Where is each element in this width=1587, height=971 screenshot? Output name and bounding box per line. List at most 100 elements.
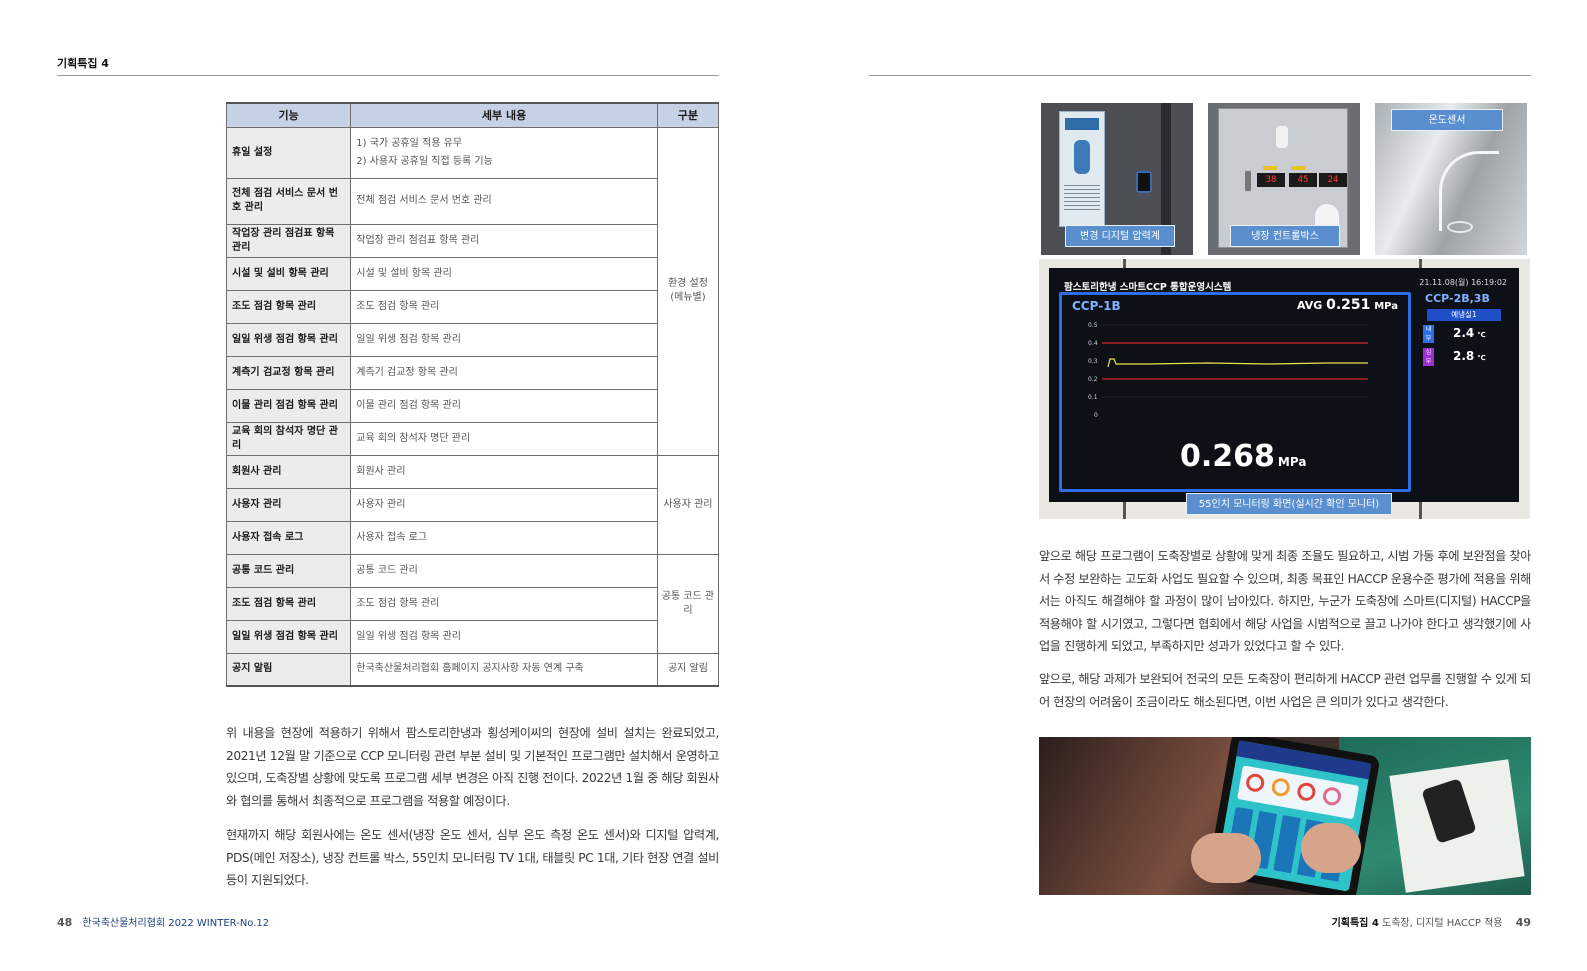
- temperature-display: 45: [1289, 173, 1317, 187]
- feature-detail-cell: 공통 코드 관리: [350, 553, 658, 588]
- feature-detail-cell: 조도 점검 항목 관리: [350, 586, 658, 621]
- gauge-icon: [1295, 781, 1317, 803]
- photo-temperature-sensor: 온도센서: [1375, 103, 1527, 255]
- footer-left: 48 한국축산물처리협회 2022 WINTER-No.12: [57, 914, 269, 929]
- feature-name-cell: 작업장 관리 점검표 항목 관리: [225, 223, 352, 258]
- detail-line: 시설 및 설비 항목 관리: [356, 267, 452, 279]
- feature-detail-cell: 한국축산물처리협회 홈페이지 공지사항 자동 연계 구축: [350, 652, 658, 687]
- feature-name-cell: 일일 위생 점검 항목 관리: [225, 322, 352, 357]
- publication-name: 한국축산물처리협회 2022 WINTER-No.12: [82, 918, 270, 929]
- detail-line: 계측기 검교정 항목 관리: [356, 366, 458, 378]
- table-header-func: 기능: [225, 102, 352, 128]
- photo-tablet: [1039, 737, 1531, 895]
- feature-name-cell: 조도 점검 항목 관리: [225, 289, 352, 324]
- ccp-right-panel: CCP-2B,3B 예냉실1 내부 2.4 ℃ 심부 2.8 ℃: [1419, 292, 1515, 367]
- page-number: 49: [1515, 916, 1531, 929]
- table-header-category: 구분: [656, 102, 720, 128]
- feature-name-cell: 계측기 검교정 항목 관리: [225, 355, 352, 390]
- photo-caption: 55인치 모니터링 화면(실시간 확인 모니터): [1186, 493, 1392, 515]
- sensor-probe-icon: [1447, 221, 1473, 233]
- detail-line: 교육 회의 참석자 명단 관리: [356, 432, 471, 444]
- gauge-icon: [1270, 776, 1292, 798]
- gauge-icon: [1321, 785, 1343, 807]
- detail-line: 일일 위생 점검 항목 관리: [356, 333, 461, 345]
- table-row: 사용자 접속 로그 사용자 접속 로그: [225, 520, 719, 555]
- footer-section: 기획특집 4: [1331, 918, 1379, 929]
- table-row: 회원사 관리 회원사 관리 사용자 관리: [225, 454, 720, 555]
- body-paragraph: 현재까지 해당 회원사에는 온도 센서(냉장 온도 센서, 심부 온도 측정 온…: [226, 828, 719, 887]
- photo-caption: 변경 디지털 압력계: [1065, 225, 1175, 247]
- feature-table: 기능 세부 내용 구분 휴일 설정 1) 국가 공휴일 적용 유무 2) 사용자 공…: [225, 102, 720, 687]
- detail-line: 한국축산물처리협회 홈페이지 공지사항 자동 연계 구축: [356, 663, 584, 675]
- haccp-poster: [1059, 111, 1105, 227]
- table-row: 시설 및 설비 항목 관리 시설 및 설비 항목 관리: [225, 256, 719, 291]
- table-row: 이물 관리 점검 항목 관리 이물 관리 점검 항목 관리: [225, 388, 719, 423]
- photo-control-box: 38 45 24 냉장 컨트롤박스: [1208, 103, 1360, 255]
- table-row: 교육 회의 참석자 명단 관리 교육 회의 참석자 명단 관리: [225, 421, 719, 456]
- category-cell: 사용자 관리: [656, 454, 720, 555]
- y-tick: 0.5: [1088, 322, 1098, 329]
- detail-line: 1) 국가 공휴일 적용 유무: [356, 137, 463, 149]
- feature-name-cell: 교육 회의 참석자 명단 관리: [225, 421, 352, 456]
- footer-right: 기획특집 4 도축장, 디지털 HACCP 적용 49: [1332, 914, 1531, 929]
- table-header-row: 기능 세부 내용 구분: [225, 102, 720, 128]
- detail-line: 일일 위생 점검 항목 관리: [356, 630, 461, 642]
- ccp-label: CCP-2B,3B: [1425, 292, 1490, 305]
- avg-readout: AVG 0.251 MPa: [1296, 297, 1398, 313]
- table-row: 공지 알림 한국축산물처리협회 홈페이지 공지사항 자동 연계 구축 공지 알림: [225, 652, 720, 687]
- photo-monitor: 팜스토리한냉 스마트CCP 통합운영시스템 21.11.08(월) 16:19:…: [1039, 259, 1530, 519]
- y-tick: 0: [1094, 412, 1098, 419]
- gauge-icon: [1244, 772, 1266, 794]
- temperature-reading: 내부 2.4 ℃: [1419, 324, 1515, 344]
- ccp-label: CCP-1B: [1072, 299, 1121, 313]
- feature-detail-cell: 일일 위생 점검 항목 관리: [350, 619, 658, 654]
- table-row: 조도 점검 항목 관리 조도 점검 항목 관리: [225, 586, 719, 621]
- photo-caption: 냉장 컨트롤박스: [1230, 225, 1340, 247]
- body-paragraph: 위 내용을 현장에 적용하기 위해서 팜스토리한냉과 횡성케이씨의 현장에 설비…: [226, 726, 719, 808]
- table-row: 공통 코드 관리 공통 코드 관리 공통 코드 관리: [225, 553, 720, 654]
- y-tick: 0.2: [1088, 376, 1098, 383]
- table-row: 전체 점검 서비스 문서 번호 관리 전체 점검 서비스 문서 번호 관리: [225, 177, 719, 225]
- feature-detail-cell: 1) 국가 공휴일 적용 유무 2) 사용자 공휴일 직접 등록 기능: [350, 126, 658, 179]
- feature-name-cell: 사용자 접속 로그: [225, 520, 352, 555]
- detail-line: 전체 점검 서비스 문서 번호 관리: [356, 195, 492, 206]
- hand: [1191, 833, 1261, 883]
- feature-name-cell: 회원사 관리: [225, 454, 352, 489]
- monitor-datetime: 21.11.08(월) 16:19:02: [1419, 278, 1507, 287]
- feature-detail-cell: 교육 회의 참석자 명단 관리: [350, 421, 658, 456]
- ccp-panel: CCP-1B AVG 0.251 MPa 0.5 0.4 0.3 0.2 0.1…: [1059, 292, 1411, 492]
- feature-name-cell: 조도 점검 항목 관리: [225, 586, 352, 621]
- table-row: 조도 점검 항목 관리 조도 점검 항목 관리: [225, 289, 719, 324]
- detail-line: 조도 점검 항목 관리: [356, 597, 440, 609]
- table-body: 휴일 설정 1) 국가 공휴일 적용 유무 2) 사용자 공휴일 직접 등록 기능 환…: [225, 126, 720, 687]
- temperature-display: 24: [1319, 173, 1347, 187]
- feature-detail-cell: 전체 점검 서비스 문서 번호 관리: [350, 177, 658, 225]
- temperature-display: 38: [1257, 173, 1285, 187]
- table-row: 계측기 검교정 항목 관리 계측기 검교정 항목 관리: [225, 355, 719, 390]
- detail-line: 회원사 관리: [356, 465, 406, 477]
- detail-line: 이물 관리 점검 항목 관리: [356, 399, 461, 411]
- category-cell: 공통 코드 관리: [656, 553, 720, 654]
- feature-detail-cell: 사용자 관리: [350, 487, 658, 522]
- hand: [1301, 823, 1361, 873]
- table-row: 작업장 관리 점검표 항목 관리 작업장 관리 점검표 항목 관리: [225, 223, 719, 258]
- monitor-screen: 팜스토리한냉 스마트CCP 통합운영시스템 21.11.08(월) 16:19:…: [1049, 268, 1519, 502]
- pressure-chart: 0.5 0.4 0.3 0.2 0.1 0: [1088, 322, 1368, 419]
- page-number: 48: [57, 916, 73, 929]
- temperature-reading: 심부 2.8 ℃: [1419, 347, 1515, 367]
- feature-name-cell: 공지 알림: [225, 652, 352, 687]
- feature-name-cell: 일일 위생 점검 항목 관리: [225, 619, 352, 654]
- feature-detail-cell: 작업장 관리 점검표 항목 관리: [350, 223, 658, 258]
- table-row: 사용자 관리 사용자 관리: [225, 487, 719, 522]
- photo-caption: 온도센서: [1391, 109, 1503, 131]
- feature-detail-cell: 회원사 관리: [350, 454, 658, 489]
- feature-detail-cell: 조도 점검 항목 관리: [350, 289, 658, 324]
- feature-detail-cell: 시설 및 설비 항목 관리: [350, 256, 658, 291]
- feature-name-cell: 사용자 관리: [225, 487, 352, 522]
- body-paragraph: 앞으로 해당 프로그램이 도축장별로 상황에 맞게 최종 조율도 필요하고, 시…: [1039, 549, 1531, 653]
- detail-line: 조도 점검 항목 관리: [356, 300, 440, 312]
- table-row: 일일 위생 점검 항목 관리 일일 위생 점검 항목 관리: [225, 619, 719, 654]
- y-tick: 0.4: [1088, 340, 1098, 347]
- header-rule-right: [869, 75, 1531, 76]
- photo-pressure-gauge: 변경 디지털 압력계: [1041, 103, 1193, 255]
